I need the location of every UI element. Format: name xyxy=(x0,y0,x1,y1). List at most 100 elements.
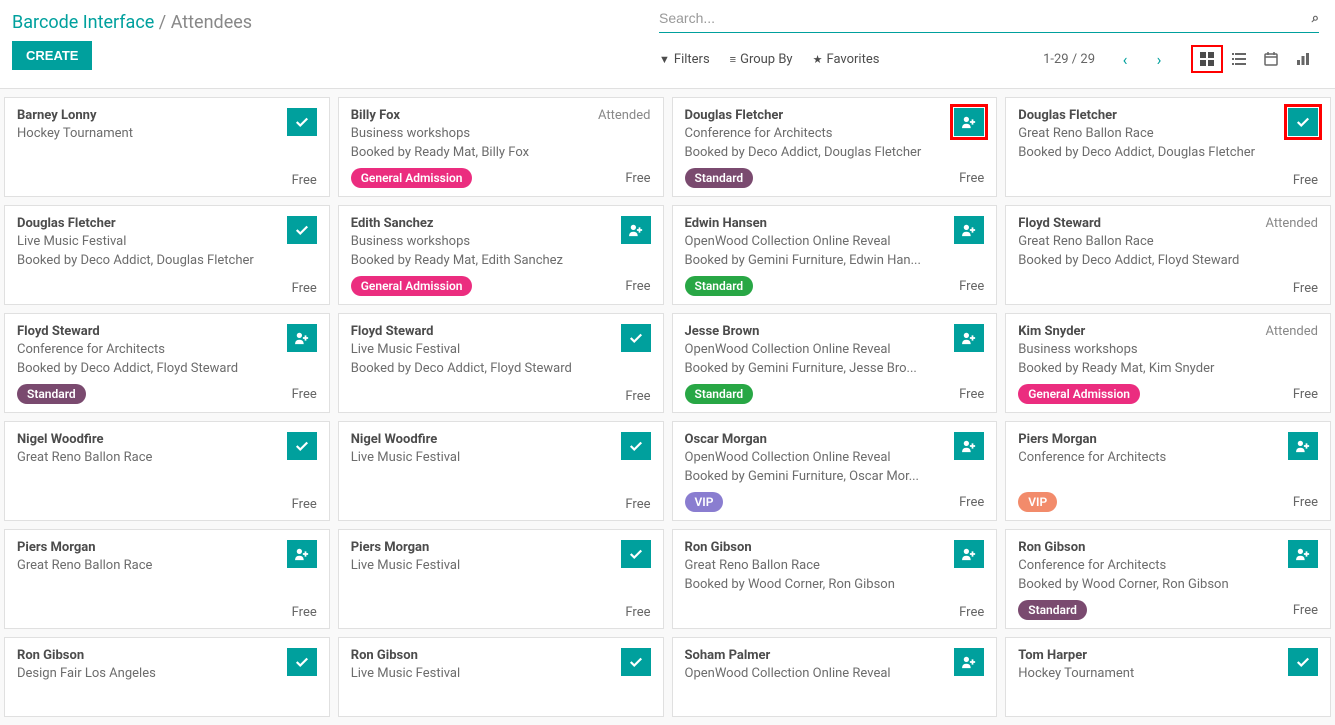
status-attended: Attended xyxy=(598,108,651,123)
event-name: OpenWood Collection Online Reveal xyxy=(685,665,955,683)
event-name: Live Music Festival xyxy=(351,341,621,359)
booked-by: Booked by Ready Mat, Edith Sanchez xyxy=(351,252,621,270)
price-label: Free xyxy=(292,173,317,188)
kanban-card[interactable]: Douglas FletcherGreat Reno Ballon RaceBo… xyxy=(1005,97,1331,197)
add-attendee-button[interactable] xyxy=(954,108,984,136)
event-name: Great Reno Ballon Race xyxy=(1018,233,1265,251)
pager[interactable]: 1-29 / 29 xyxy=(1043,52,1095,67)
kanban-card[interactable]: Floyd Steward Great Reno Ballon RaceBooke… xyxy=(1005,205,1331,305)
event-name: Great Reno Ballon Race xyxy=(1018,125,1288,143)
add-attendee-button[interactable] xyxy=(287,324,317,352)
kanban-grid: Barney LonnyHockey TournamentFreeBilly F… xyxy=(0,89,1335,725)
kanban-card[interactable]: Piers MorganConference for ArchitectsVIP… xyxy=(1005,421,1331,521)
attendee-name: Soham Palmer xyxy=(685,648,955,663)
group-by-button[interactable]: ≡Group By xyxy=(730,52,793,67)
event-name: Business workshops xyxy=(351,233,621,251)
search-input[interactable] xyxy=(659,4,1304,32)
status-attended: Attended xyxy=(1265,216,1318,231)
attendee-name: Douglas Fletcher xyxy=(685,108,955,123)
price-label: Free xyxy=(625,171,650,186)
view-kanban[interactable] xyxy=(1191,45,1223,73)
add-attendee-button[interactable] xyxy=(954,648,984,676)
view-list[interactable] xyxy=(1223,45,1255,73)
filter-icon: ▼ xyxy=(659,53,670,66)
event-name: Business workshops xyxy=(1018,341,1265,359)
add-attendee-button[interactable] xyxy=(954,216,984,244)
kanban-card[interactable]: Edith SanchezBusiness workshopsBooked by… xyxy=(338,205,664,305)
mark-attended-button[interactable] xyxy=(287,108,317,136)
kanban-card[interactable]: Douglas FletcherLive Music FestivalBooke… xyxy=(4,205,330,305)
booked-by: Booked by Gemini Furniture, Edwin Han... xyxy=(685,252,955,270)
attendee-name: Ron Gibson xyxy=(351,648,621,663)
kanban-card[interactable]: Barney LonnyHockey TournamentFree xyxy=(4,97,330,197)
add-attendee-button[interactable] xyxy=(954,432,984,460)
attendee-name: Billy Fox xyxy=(351,108,598,123)
mark-attended-button[interactable] xyxy=(621,432,651,460)
kanban-card[interactable]: Kim SnyderBusiness workshopsBooked by Re… xyxy=(1005,313,1331,413)
attendee-name: Floyd Steward xyxy=(1018,216,1265,231)
add-attendee-button[interactable] xyxy=(287,540,317,568)
attendee-name: Ron Gibson xyxy=(1018,540,1288,555)
breadcrumb: Barcode Interface / Attendees xyxy=(12,12,252,33)
price-label: Free xyxy=(959,279,984,294)
kanban-card[interactable]: Oscar MorganOpenWood Collection Online R… xyxy=(672,421,998,521)
add-attendee-button[interactable] xyxy=(1288,540,1318,568)
kanban-card[interactable]: Floyd StewardConference for ArchitectsBo… xyxy=(4,313,330,413)
attendee-name: Barney Lonny xyxy=(17,108,287,123)
ticket-tag: VIP xyxy=(685,492,724,512)
add-attendee-button[interactable] xyxy=(1288,432,1318,460)
pager-next[interactable]: › xyxy=(1145,45,1173,73)
view-chart[interactable] xyxy=(1287,45,1319,73)
favorites-button[interactable]: ★Favorites xyxy=(813,52,880,67)
kanban-card[interactable]: Ron GibsonLive Music Festival xyxy=(338,637,664,717)
attendee-name: Nigel Woodfire xyxy=(351,432,621,447)
attendee-name: Floyd Steward xyxy=(17,324,287,339)
event-name: Conference for Architects xyxy=(1018,449,1288,467)
kanban-card[interactable]: Nigel WoodfireLive Music FestivalFree xyxy=(338,421,664,521)
event-name: Live Music Festival xyxy=(351,557,621,575)
add-attendee-button[interactable] xyxy=(954,540,984,568)
mark-attended-button[interactable] xyxy=(287,432,317,460)
add-attendee-button[interactable] xyxy=(621,216,651,244)
kanban-card[interactable]: Piers MorganLive Music FestivalFree xyxy=(338,529,664,629)
kanban-card[interactable]: Soham Palmer OpenWood Collection Online R… xyxy=(672,637,998,717)
kanban-card[interactable]: Billy FoxBusiness workshopsBooked by Rea… xyxy=(338,97,664,197)
attendee-name: Edwin Hansen xyxy=(685,216,955,231)
kanban-card[interactable]: Piers MorganGreat Reno Ballon RaceFree xyxy=(4,529,330,629)
mark-attended-button[interactable] xyxy=(621,648,651,676)
mark-attended-button[interactable] xyxy=(287,216,317,244)
kanban-card[interactable]: Nigel WoodfireGreat Reno Ballon RaceFree xyxy=(4,421,330,521)
kanban-card[interactable]: Edwin HansenOpenWood Collection Online R… xyxy=(672,205,998,305)
mark-attended-button[interactable] xyxy=(621,540,651,568)
kanban-card[interactable]: Jesse BrownOpenWood Collection Online Re… xyxy=(672,313,998,413)
filters-button[interactable]: ▼Filters xyxy=(659,52,710,67)
mark-attended-button[interactable] xyxy=(287,648,317,676)
search-icon[interactable]: ⌕ xyxy=(1312,11,1319,26)
attendee-name: Ron Gibson xyxy=(17,648,287,663)
kanban-card[interactable]: Floyd StewardLive Music FestivalBooked b… xyxy=(338,313,664,413)
pager-prev[interactable]: ‹ xyxy=(1111,45,1139,73)
create-button[interactable]: CREATE xyxy=(12,41,92,70)
price-label: Free xyxy=(625,279,650,294)
mark-attended-button[interactable] xyxy=(1288,648,1318,676)
attendee-name: Douglas Fletcher xyxy=(17,216,287,231)
add-attendee-button[interactable] xyxy=(954,324,984,352)
kanban-card[interactable]: Tom HarperHockey Tournament xyxy=(1005,637,1331,717)
mark-attended-button[interactable] xyxy=(1288,108,1318,136)
price-label: Free xyxy=(292,387,317,402)
mark-attended-button[interactable] xyxy=(621,324,651,352)
booked-by: Booked by Gemini Furniture, Jesse Bro... xyxy=(685,360,955,378)
breadcrumb-app[interactable]: Barcode Interface xyxy=(12,12,154,33)
kanban-card[interactable]: Ron GibsonConference for ArchitectsBooke… xyxy=(1005,529,1331,629)
breadcrumb-sep: / xyxy=(159,12,166,33)
price-label: Free xyxy=(625,389,650,404)
price-label: Free xyxy=(1293,603,1318,618)
booked-by: Booked by Deco Addict, Floyd Steward xyxy=(1018,252,1265,270)
ticket-tag: Standard xyxy=(17,384,86,404)
status-attended: Attended xyxy=(1265,324,1318,339)
kanban-card[interactable]: Ron GibsonGreat Reno Ballon RaceBooked b… xyxy=(672,529,998,629)
view-calendar[interactable] xyxy=(1255,45,1287,73)
kanban-card[interactable]: Ron GibsonDesign Fair Los Angeles xyxy=(4,637,330,717)
price-label: Free xyxy=(1293,173,1318,188)
kanban-card[interactable]: Douglas FletcherConference for Architect… xyxy=(672,97,998,197)
